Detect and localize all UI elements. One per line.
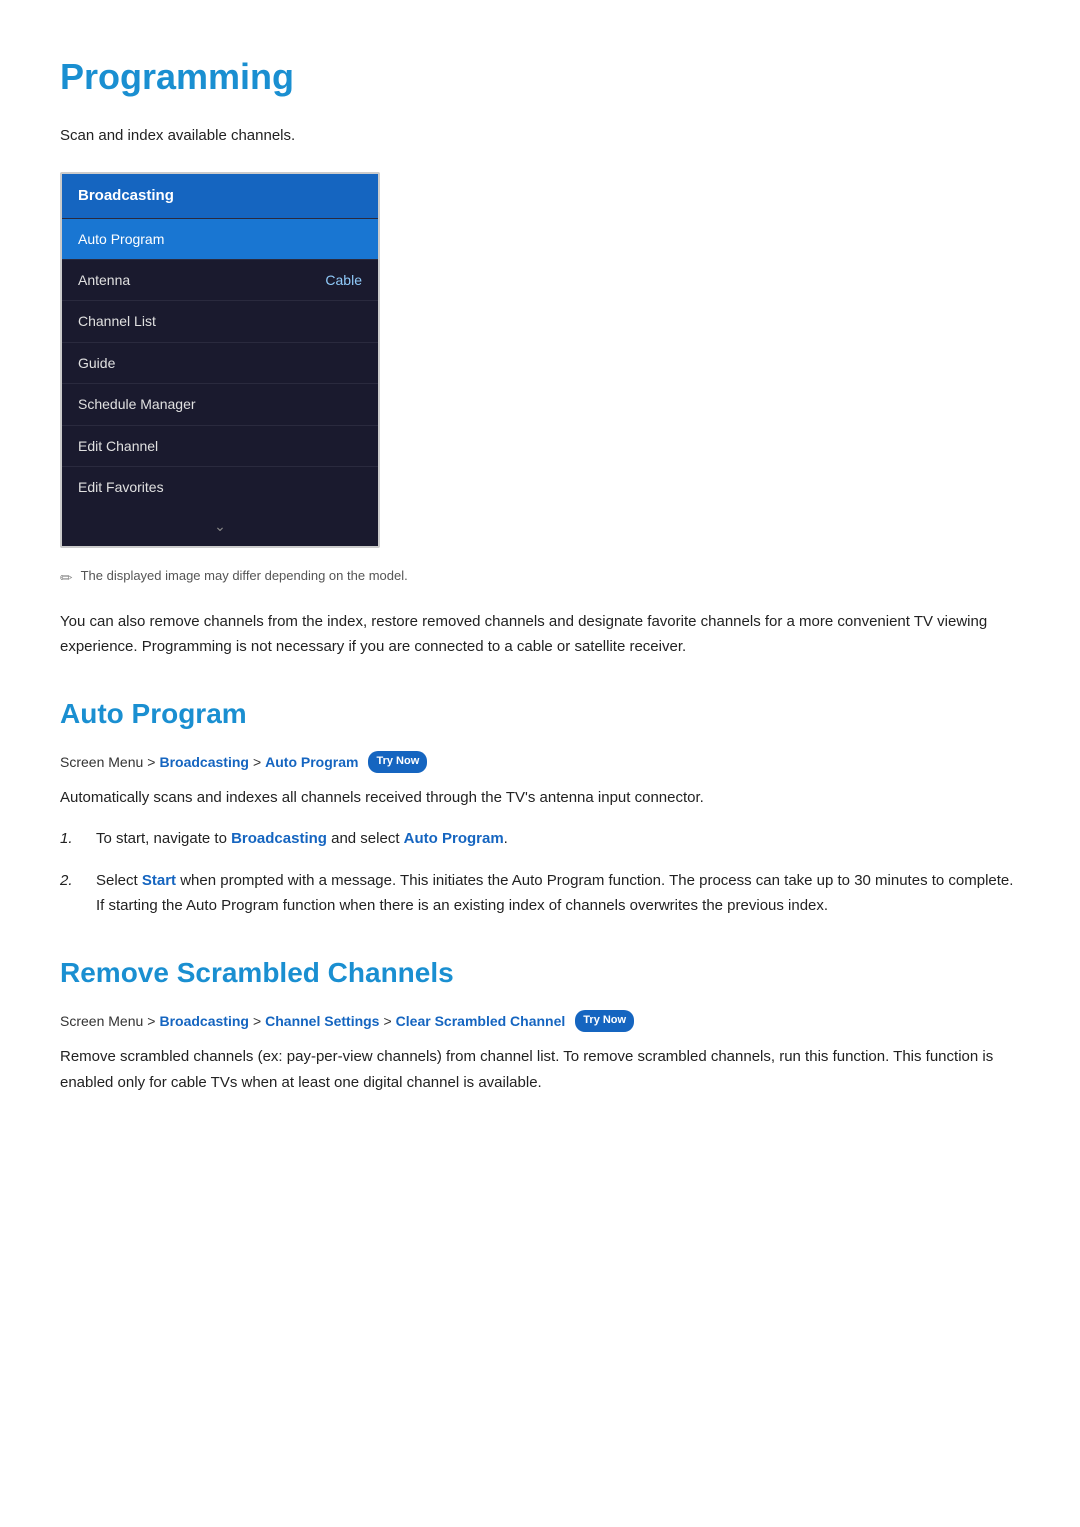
tv-menu-chevron: ⌄	[62, 507, 378, 545]
breadcrumb-link-1-6: Clear Scrambled Channel	[396, 1010, 566, 1032]
step-item-auto-program-0: 1. To start, navigate to Broadcasting and…	[60, 826, 1020, 852]
breadcrumb-sep-0-3: >	[253, 751, 261, 773]
inline-link: Broadcasting	[231, 830, 327, 847]
breadcrumb-sep-0-1: >	[147, 751, 155, 773]
section-title-auto-program: Auto Program	[60, 692, 1020, 737]
breadcrumb-auto-program: Screen Menu > Broadcasting > Auto Progra…	[60, 751, 1020, 773]
tv-menu-item-label: Edit Favorites	[78, 476, 164, 498]
tv-menu: Broadcasting Auto Program Antenna Cable Cha…	[60, 172, 380, 548]
tv-menu-item-label: Guide	[78, 352, 115, 374]
section-title-remove-scrambled: Remove Scrambled Channels	[60, 951, 1020, 996]
tv-menu-item: Schedule Manager	[62, 383, 378, 424]
step-num-auto-program-0: 1.	[60, 826, 80, 852]
tv-menu-items: Auto Program Antenna Cable Channel List Guid…	[62, 218, 378, 508]
tv-menu-item-label: Auto Program	[78, 228, 164, 250]
intro-text: Scan and index available channels.	[60, 124, 1020, 148]
breadcrumb-sep-1-3: >	[253, 1010, 261, 1032]
tv-menu-item: Auto Program	[62, 218, 378, 259]
breadcrumb-plain-0-0: Screen Menu	[60, 751, 143, 773]
tv-menu-item-label: Schedule Manager	[78, 393, 196, 415]
sections-container: Auto ProgramScreen Menu > Broadcasting >…	[60, 692, 1020, 1095]
tv-menu-item-label: Antenna	[78, 269, 130, 291]
section-desc-auto-program: Automatically scans and indexes all chan…	[60, 785, 1020, 811]
inline-link: Auto Program	[404, 830, 504, 847]
step-item-auto-program-1: 2. Select Start when prompted with a mess…	[60, 868, 1020, 919]
inline-link: Start	[142, 872, 176, 889]
try-now-badge-auto-program[interactable]: Try Now	[368, 751, 427, 773]
steps-list-auto-program: 1. To start, navigate to Broadcasting and…	[60, 826, 1020, 919]
breadcrumb-sep-1-1: >	[147, 1010, 155, 1032]
tv-menu-item-label: Edit Channel	[78, 435, 158, 457]
page-title: Programming	[60, 48, 1020, 106]
section-desc-remove-scrambled: Remove scrambled channels (ex: pay-per-v…	[60, 1044, 1020, 1095]
tv-menu-item-value: Cable	[325, 269, 362, 291]
breadcrumb-link-0-2: Broadcasting	[159, 751, 248, 773]
step-content-auto-program-0: To start, navigate to Broadcasting and s…	[96, 826, 1020, 852]
tv-menu-item: Channel List	[62, 300, 378, 341]
note-row: ✏ The displayed image may differ dependi…	[60, 566, 1020, 591]
breadcrumb-link-0-4: Auto Program	[265, 751, 358, 773]
step-num-auto-program-1: 2.	[60, 868, 80, 919]
breadcrumb-link-1-2: Broadcasting	[159, 1010, 248, 1032]
tv-menu-item: Edit Favorites	[62, 466, 378, 507]
breadcrumb-plain-1-0: Screen Menu	[60, 1010, 143, 1032]
breadcrumb-sep-1-5: >	[383, 1010, 391, 1032]
tv-menu-header: Broadcasting	[62, 174, 378, 218]
tv-menu-item: Guide	[62, 342, 378, 383]
step-content-auto-program-1: Select Start when prompted with a messag…	[96, 868, 1020, 919]
breadcrumb-remove-scrambled: Screen Menu > Broadcasting > Channel Set…	[60, 1010, 1020, 1032]
note-text: The displayed image may differ depending…	[81, 566, 408, 587]
tv-menu-item: Edit Channel	[62, 425, 378, 466]
try-now-badge-remove-scrambled[interactable]: Try Now	[575, 1010, 634, 1032]
tv-menu-item: Antenna Cable	[62, 259, 378, 300]
pencil-icon: ✏	[60, 567, 73, 591]
body-text: You can also remove channels from the in…	[60, 609, 1020, 660]
breadcrumb-link-1-4: Channel Settings	[265, 1010, 379, 1032]
tv-menu-item-label: Channel List	[78, 310, 156, 332]
